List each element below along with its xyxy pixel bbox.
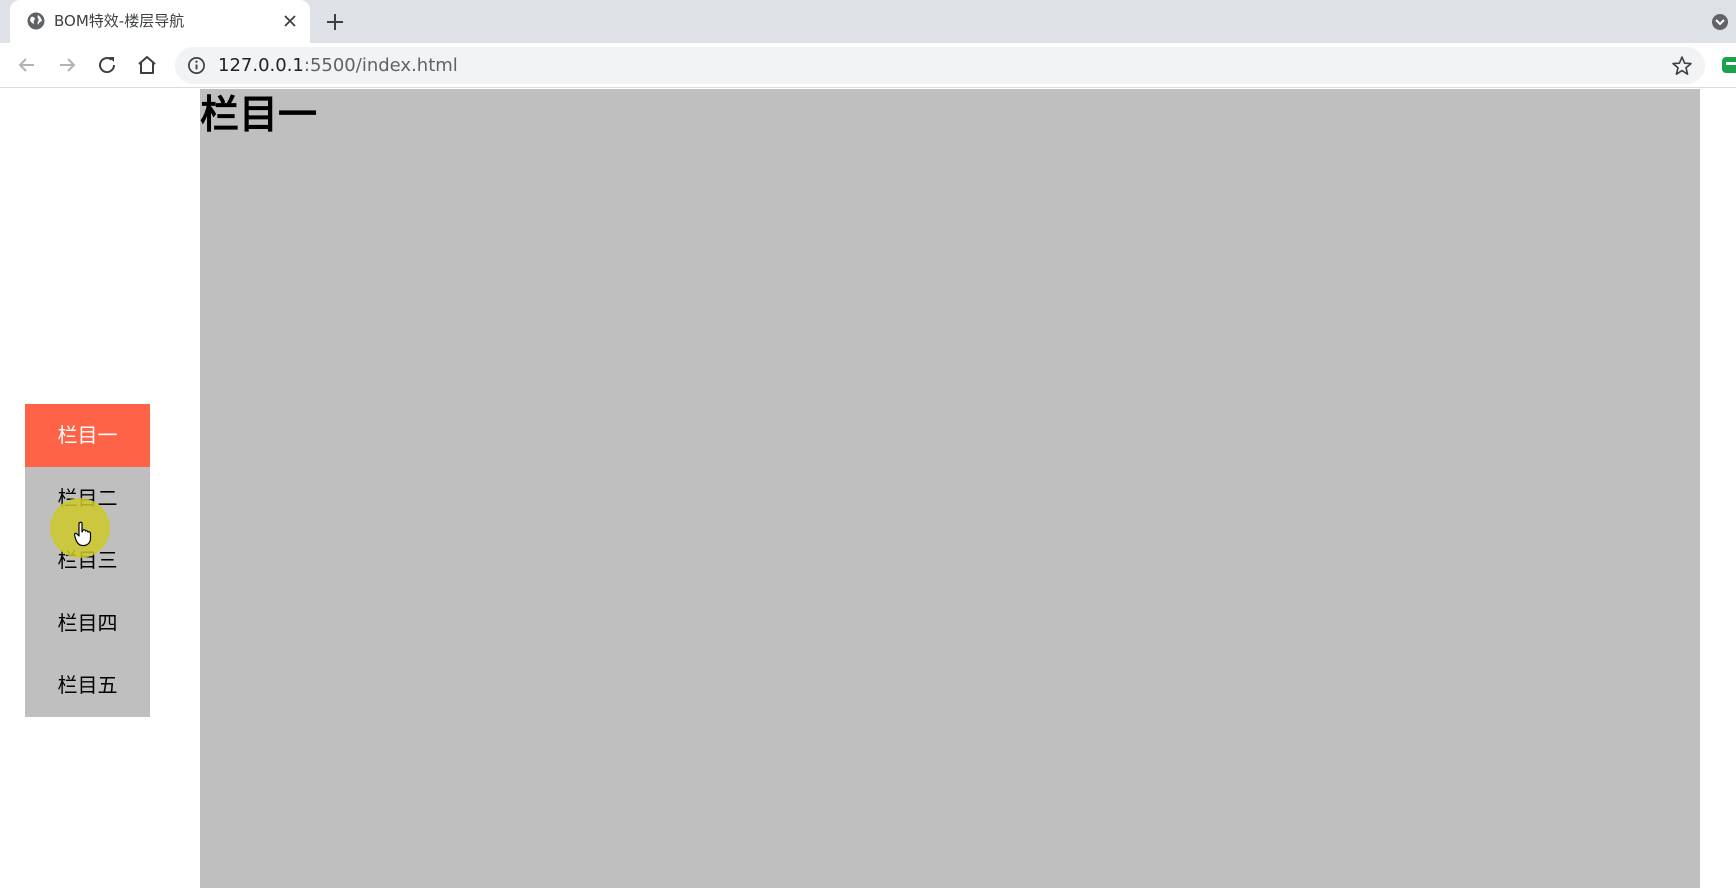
address-bar[interactable]: 127.0.0.1:5500/index.html (175, 47, 1705, 84)
url-path: :5500/index.html (303, 55, 458, 76)
tab-search-icon[interactable] (1710, 12, 1730, 32)
floor-nav-item[interactable]: 栏目五 (25, 654, 150, 717)
star-icon[interactable] (1671, 55, 1693, 77)
floor-section: 栏目一 (200, 89, 1700, 888)
globe-icon (27, 12, 45, 30)
floor-navigation: 栏目一 栏目二 栏目三 栏目四 栏目五 (25, 404, 150, 717)
close-icon[interactable] (280, 11, 300, 31)
floor-nav-item[interactable]: 栏目一 (25, 404, 150, 467)
hand-cursor-icon (73, 521, 92, 547)
info-icon[interactable] (187, 56, 206, 75)
section-title: 栏目一 (200, 93, 318, 138)
back-arrow-icon[interactable] (15, 53, 39, 77)
url-host: 127.0.0.1 (218, 55, 304, 76)
browser-toolbar: 127.0.0.1:5500/index.html (0, 43, 1736, 88)
plus-icon[interactable] (324, 11, 346, 33)
extension-icon[interactable] (1720, 54, 1736, 76)
tab-title: BOM特效-楼层导航 (54, 12, 185, 30)
floor-nav-item[interactable]: 栏目四 (25, 592, 150, 655)
tab-strip: BOM特效-楼层导航 (0, 0, 1736, 43)
page-viewport: 栏目一 栏目一 栏目二 栏目三 栏目四 栏目五 (0, 89, 1736, 888)
browser-tab[interactable]: BOM特效-楼层导航 (10, 0, 310, 43)
forward-arrow-icon[interactable] (55, 53, 79, 77)
home-icon[interactable] (135, 53, 159, 77)
address-text[interactable]: 127.0.0.1:5500/index.html (218, 55, 458, 76)
reload-icon[interactable] (95, 53, 119, 77)
